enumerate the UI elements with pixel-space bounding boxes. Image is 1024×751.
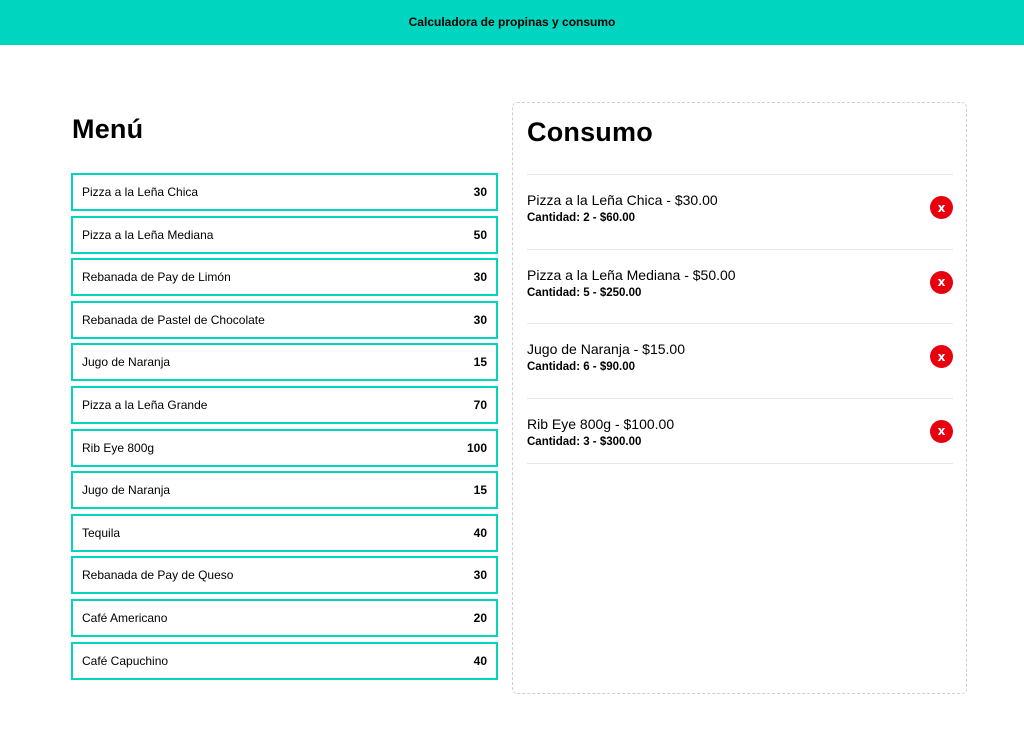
- menu-item[interactable]: Rebanada de Pay de Queso 30: [71, 556, 498, 595]
- menu-item-name: Rebanada de Pastel de Chocolate: [82, 312, 265, 327]
- remove-item-button[interactable]: x: [930, 270, 953, 294]
- menu-item-name: Café Americano: [82, 610, 168, 625]
- menu-item-price: 20: [473, 610, 487, 625]
- order-list: Pizza a la Leña Chica - $30.00 Cantidad:…: [527, 174, 953, 464]
- menu-item[interactable]: Café Capuchino 40: [71, 641, 498, 680]
- menu-item-price: 70: [473, 397, 487, 412]
- menu-item[interactable]: Pizza a la Leña Grande 70: [71, 385, 498, 424]
- menu-item[interactable]: Tequila 40: [71, 513, 498, 552]
- remove-item-button[interactable]: x: [930, 196, 953, 219]
- menu-item[interactable]: Rebanada de Pay de Limón 30: [71, 258, 498, 297]
- menu-item[interactable]: Rib Eye 800g 100: [71, 428, 498, 467]
- menu-item-name: Tequila: [82, 525, 121, 540]
- menu-heading: Menú: [72, 114, 144, 144]
- menu-item-name: Jugo de Naranja: [82, 355, 171, 370]
- menu-item-price: 30: [473, 270, 487, 285]
- menu-item-price: 40: [473, 653, 487, 668]
- consumo-heading: Consumo: [527, 117, 653, 147]
- menu-item[interactable]: Pizza a la Leña Mediana 50: [71, 215, 498, 254]
- order-item-title: Jugo de Naranja - $15.00: [527, 341, 685, 358]
- menu-item-price: 50: [473, 227, 487, 242]
- menu-item[interactable]: Café Americano 20: [71, 598, 498, 637]
- menu-item-name: Jugo de Naranja: [82, 483, 171, 498]
- remove-item-button[interactable]: x: [930, 345, 953, 369]
- menu-item-price: 15: [473, 483, 487, 498]
- menu-item-price: 30: [473, 312, 487, 327]
- order-item-title: Pizza a la Leña Mediana - $50.00: [527, 266, 736, 283]
- order-item-quantity: Cantidad: 5 - $250.00: [527, 286, 642, 299]
- app-header: Calculadora de propinas y consumo: [0, 0, 1024, 45]
- remove-item-button[interactable]: x: [930, 419, 953, 443]
- order-item: Pizza a la Leña Chica - $30.00 Cantidad:…: [527, 174, 953, 249]
- menu-item-price: 40: [473, 525, 487, 540]
- menu-item[interactable]: Rebanada de Pastel de Chocolate 30: [71, 300, 498, 339]
- menu-item-price: 30: [473, 185, 487, 199]
- app-title: Calculadora de propinas y consumo: [408, 15, 616, 29]
- menu-item-name: Rebanada de Pay de Queso: [82, 568, 234, 583]
- menu-item[interactable]: Pizza a la Leña Chica 30: [71, 173, 498, 211]
- menu-item[interactable]: Jugo de Naranja 15: [71, 343, 498, 382]
- menu-list: Pizza a la Leña Chica 30 Pizza a la Leña…: [71, 173, 498, 684]
- order-item: Pizza a la Leña Mediana - $50.00 Cantida…: [527, 248, 953, 324]
- order-item: Rib Eye 800g - $100.00 Cantidad: 3 - $30…: [527, 397, 953, 464]
- consumo-panel: Consumo Pizza a la Leña Chica - $30.00 C…: [512, 102, 967, 694]
- order-item: Jugo de Naranja - $15.00 Cantidad: 6 - $…: [527, 323, 953, 398]
- menu-item-name: Rebanada de Pay de Limón: [82, 270, 231, 285]
- order-item-title: Pizza a la Leña Chica - $30.00: [527, 192, 718, 208]
- menu-item-name: Café Capuchino: [82, 653, 169, 668]
- menu-item[interactable]: Jugo de Naranja 15: [71, 471, 498, 510]
- menu-item-name: Pizza a la Leña Chica: [82, 185, 199, 199]
- order-item-quantity: Cantidad: 6 - $90.00: [527, 361, 636, 374]
- menu-item-name: Pizza a la Leña Mediana: [82, 227, 214, 242]
- order-item-title: Rib Eye 800g - $100.00: [527, 415, 675, 432]
- menu-item-price: 100: [466, 440, 487, 455]
- menu-item-price: 30: [473, 568, 487, 583]
- menu-item-name: Rib Eye 800g: [82, 440, 155, 455]
- menu-item-name: Pizza a la Leña Grande: [82, 397, 208, 412]
- order-item-quantity: Cantidad: 3 - $300.00: [527, 435, 642, 448]
- menu-item-price: 15: [473, 355, 487, 370]
- order-item-quantity: Cantidad: 2 - $60.00: [527, 212, 636, 224]
